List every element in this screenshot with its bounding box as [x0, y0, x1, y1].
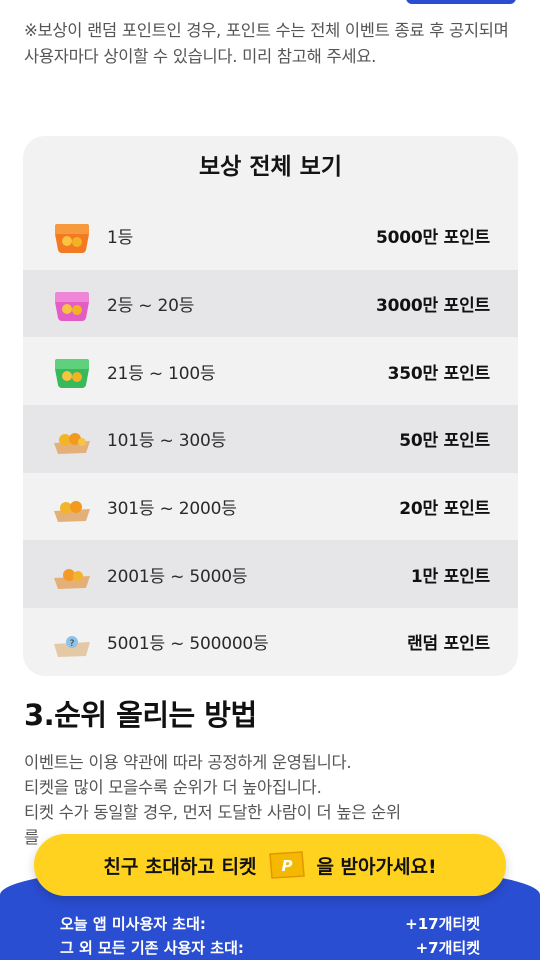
invite-reward-row: 그 외 모든 기존 사용자 초대: +7개티켓: [60, 937, 480, 958]
reward-prize: 50만 포인트: [399, 431, 490, 452]
snack-tray-icon: [54, 500, 90, 522]
reward-prize: 랜덤 포인트: [407, 634, 490, 655]
reward-row: 2001등 ~ 5000등 1만 포인트: [23, 540, 518, 609]
reward-prize: 20만 포인트: [399, 499, 490, 520]
invite-reward-label: 그 외 모든 기존 사용자 초대:: [60, 939, 244, 957]
cta-label-start: 친구 초대하고 티켓: [103, 855, 257, 878]
orange-lunchbox-icon: [55, 223, 89, 253]
invite-reward-value: +17개티켓: [405, 915, 480, 933]
reward-table: 보상 전체 보기 1등 5000만 포인트 2등 ~ 20등 3000만 포인트…: [23, 136, 518, 676]
rule-line: 티켓 수가 동일할 경우, 먼저 도달한 사람이 더 높은 순위: [24, 803, 401, 822]
rule-line: 이벤트는 이용 약관에 따라 공정하게 운영됩니다.: [24, 753, 352, 772]
cta-label-end: 을 받아가세요!: [316, 855, 437, 878]
reward-rank: 101등 ~ 300등: [107, 431, 227, 452]
snack-tray-icon: [54, 569, 90, 590]
mystery-tray-icon: ?: [54, 635, 90, 657]
snack-tray-icon: [54, 432, 90, 454]
random-points-notice: ※보상이 랜덤 포인트인 경우, 포인트 수는 전체 이벤트 종료 후 공지되며…: [24, 21, 509, 66]
invite-friends-button[interactable]: 친구 초대하고 티켓 P 을 받아가세요!: [34, 834, 506, 896]
reward-rank: 21등 ~ 100등: [107, 363, 216, 384]
green-lunchbox-icon: [55, 359, 89, 389]
reward-rank: 1등: [107, 228, 134, 249]
section-title: 3.순위 올리는 방법: [24, 698, 257, 732]
reward-row: 1등 5000만 포인트: [23, 202, 518, 270]
pink-lunchbox-icon: [55, 291, 89, 321]
rule-line: 티켓을 많이 모을수록 순위가 더 높아집니다.: [24, 778, 322, 797]
top-blue-tab[interactable]: [406, 0, 516, 4]
reward-row: 101등 ~ 300등 50만 포인트: [23, 405, 518, 473]
svg-text:P: P: [282, 857, 293, 875]
svg-text:?: ?: [70, 639, 75, 649]
invite-reward-value: +7개티켓: [415, 939, 480, 957]
reward-rank: 2001등 ~ 5000등: [107, 566, 248, 587]
invite-reward-label: 오늘 앱 미사용자 초대:: [60, 915, 206, 933]
reward-row: 301등 ~ 2000등 20만 포인트: [23, 473, 518, 541]
invite-reward-row: 오늘 앱 미사용자 초대: +17개티켓: [60, 913, 480, 934]
reward-row: 2등 ~ 20등 3000만 포인트: [23, 269, 518, 338]
reward-rank: 5001등 ~ 500000등: [107, 634, 269, 655]
reward-prize: 3000만 포인트: [376, 296, 490, 317]
reward-row: ? 5001등 ~ 500000등 랜덤 포인트: [23, 608, 518, 676]
reward-rank: 301등 ~ 2000등: [107, 499, 237, 520]
reward-table-title: 보상 전체 보기: [199, 154, 342, 180]
reward-prize: 5000만 포인트: [376, 228, 490, 249]
reward-rank: 2등 ~ 20등: [107, 296, 195, 317]
reward-row: 21등 ~ 100등 350만 포인트: [23, 337, 518, 405]
reward-prize: 1만 포인트: [410, 566, 490, 587]
ticket-icon: P: [269, 851, 306, 879]
reward-prize: 350만 포인트: [387, 363, 491, 384]
